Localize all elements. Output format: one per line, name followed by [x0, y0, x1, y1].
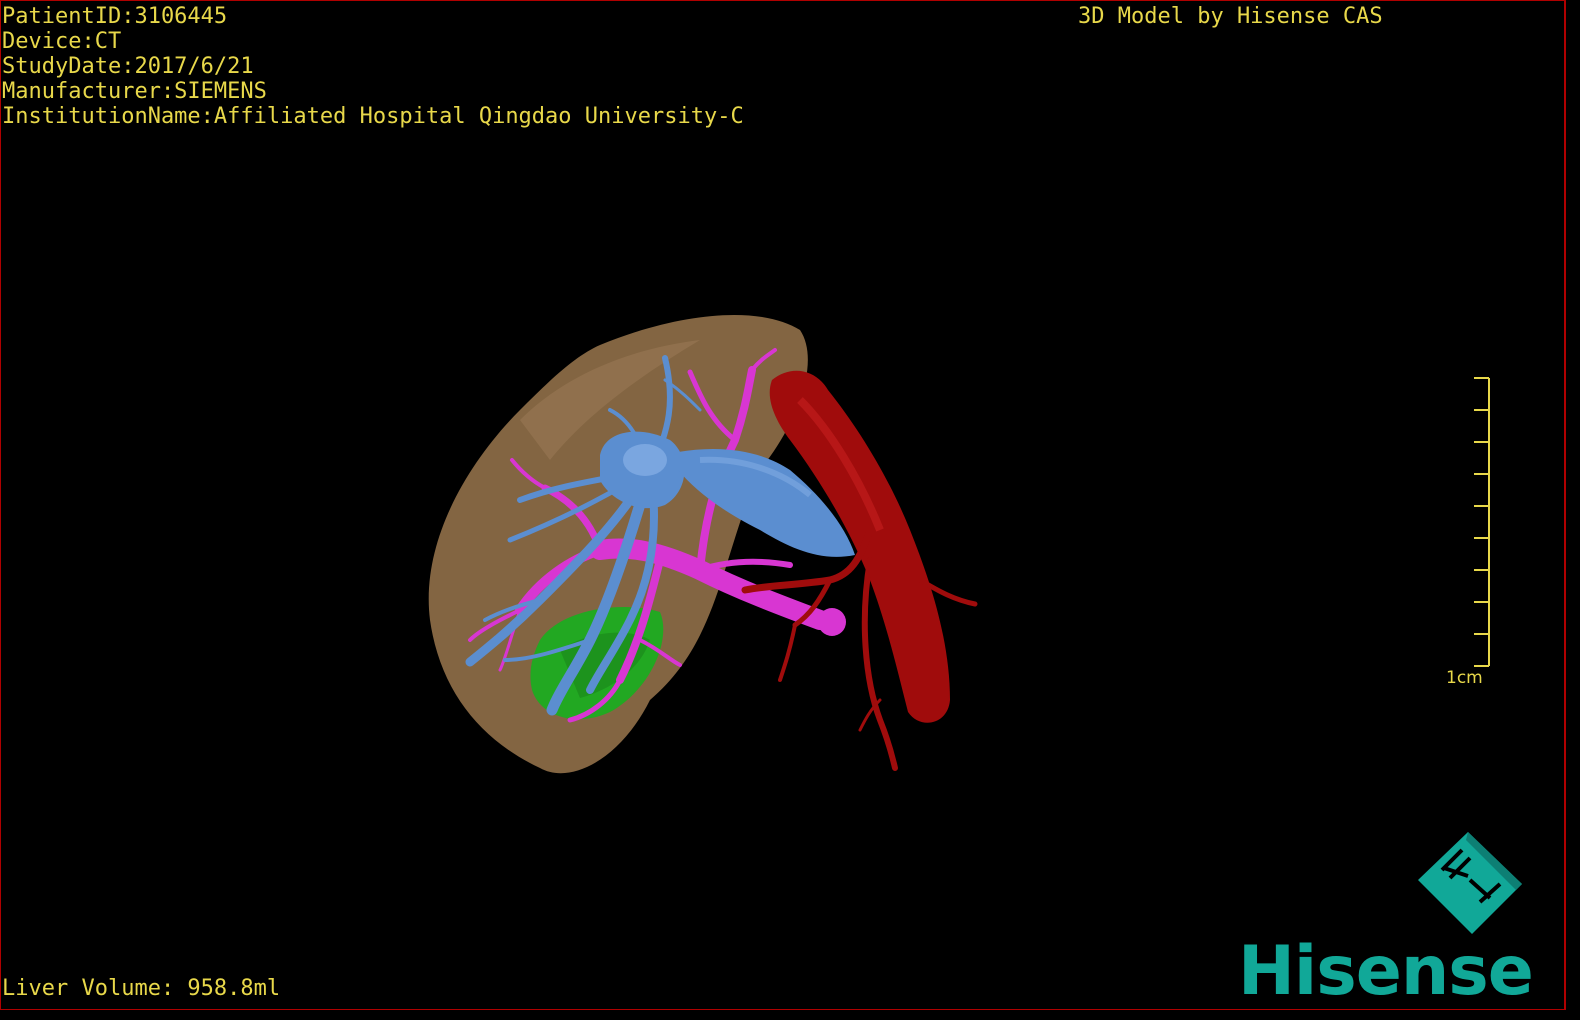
- study-info: PatientID:3106445 Device:CT StudyDate:2017…: [2, 4, 744, 129]
- scale-bar-label: 1cm: [1446, 668, 1483, 688]
- hisense-wordmark: Hisense: [1238, 932, 1534, 1011]
- manufacturer: Manufacturer:SIEMENS: [2, 79, 267, 104]
- liver-volume: Liver Volume: 958.8ml: [2, 976, 281, 1001]
- study-date: StudyDate:2017/6/21: [2, 54, 254, 79]
- model-credit: 3D Model by Hisense CAS: [1078, 4, 1383, 29]
- hisense-logo-icon: [1418, 832, 1522, 934]
- scale-bar: [1474, 377, 1490, 667]
- vein-highlight: [623, 444, 667, 476]
- patient-id: PatientID:3106445: [2, 4, 228, 29]
- 3d-render-viewport[interactable]: [0, 0, 1566, 1010]
- institution-name: InstitutionName:Affiliated Hospital Qing…: [2, 104, 744, 129]
- device: Device:CT: [2, 29, 122, 54]
